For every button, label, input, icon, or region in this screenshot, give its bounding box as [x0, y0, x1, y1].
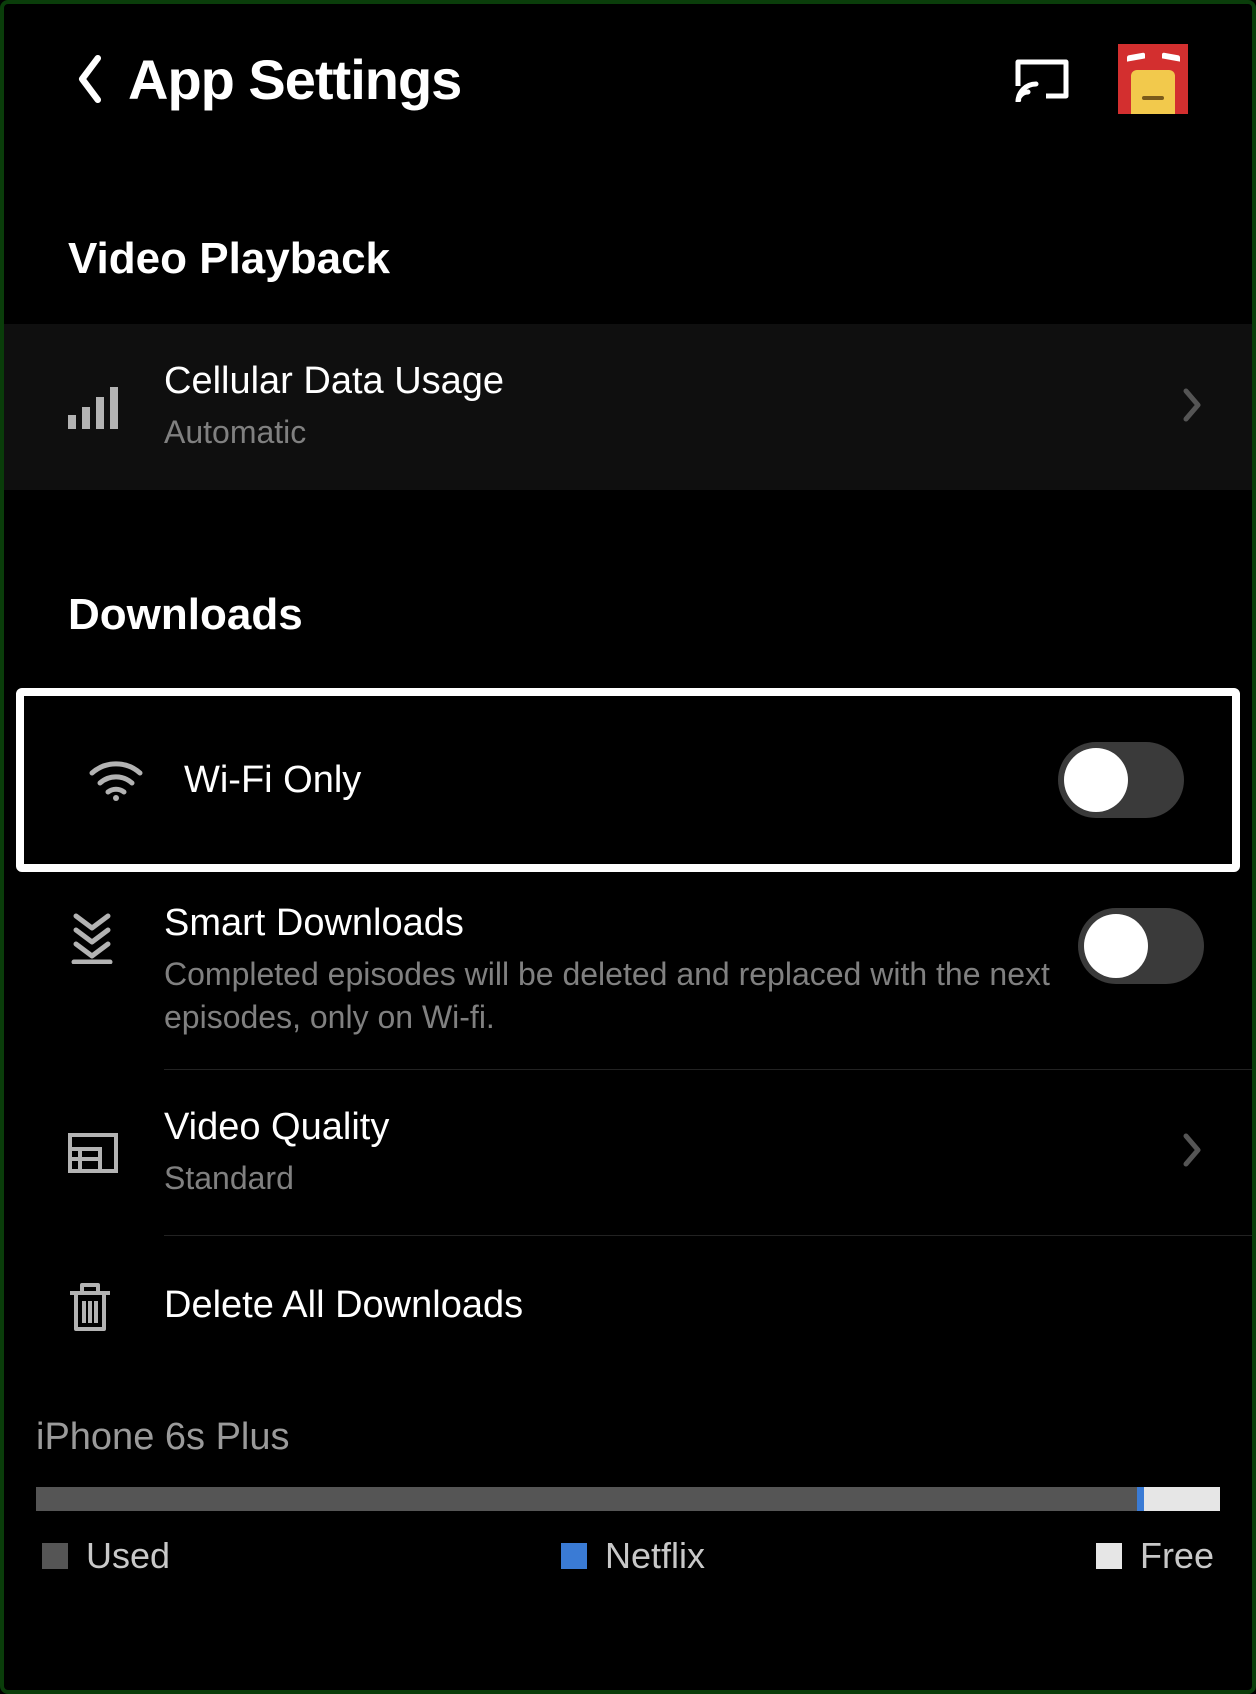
cast-icon: [1014, 56, 1070, 102]
delete-all-title: Delete All Downloads: [164, 1284, 1184, 1327]
wifi-only-toggle[interactable]: [1058, 742, 1184, 818]
storage-bar: [36, 1487, 1220, 1511]
avatar-eyes: [1118, 54, 1188, 68]
legend-swatch-netflix: [561, 1543, 587, 1569]
cast-button[interactable]: [1014, 55, 1070, 103]
legend-swatch-used: [42, 1543, 68, 1569]
legend-netflix-label: Netflix: [605, 1535, 705, 1577]
legend-netflix: Netflix: [561, 1535, 705, 1577]
section-heading-downloads: Downloads: [4, 490, 1252, 680]
section-heading-video-playback: Video Playback: [4, 154, 1252, 324]
legend-free: Free: [1096, 1535, 1214, 1577]
storage-seg-netflix: [1137, 1487, 1144, 1511]
signal-bars-icon: [68, 385, 120, 429]
row-delete-all-downloads[interactable]: Delete All Downloads: [4, 1236, 1252, 1376]
highlighted-row: Wi-Fi Only: [16, 688, 1240, 872]
row-smart-downloads[interactable]: Smart Downloads Completed episodes will …: [4, 872, 1252, 1069]
trash-icon: [68, 1281, 112, 1331]
video-quality-icon: [68, 1133, 118, 1173]
toggle-knob: [1064, 748, 1128, 812]
video-quality-value: Standard: [164, 1157, 1162, 1200]
back-button[interactable]: [60, 49, 120, 109]
header-actions: [1014, 44, 1188, 114]
video-quality-title: Video Quality: [164, 1106, 1162, 1149]
storage-device-label: iPhone 6s Plus: [36, 1416, 1220, 1459]
legend-swatch-free: [1096, 1543, 1122, 1569]
chevron-right-icon: [1182, 1132, 1204, 1173]
wifi-icon: [88, 759, 144, 801]
avatar-face: [1131, 70, 1175, 114]
chevron-left-icon: [73, 53, 107, 105]
row-video-quality[interactable]: Video Quality Standard: [4, 1070, 1252, 1236]
page-title: App Settings: [128, 47, 1014, 112]
avatar-mouth: [1142, 96, 1164, 100]
row-wifi-only[interactable]: Wi-Fi Only: [24, 696, 1232, 864]
smart-downloads-icon: [68, 912, 116, 964]
storage-seg-used: [36, 1487, 1137, 1511]
legend-used-label: Used: [86, 1535, 170, 1577]
toggle-knob: [1084, 914, 1148, 978]
row-cellular-data-usage[interactable]: Cellular Data Usage Automatic: [4, 324, 1252, 490]
legend-used: Used: [42, 1535, 170, 1577]
storage-legend: Used Netflix Free: [36, 1511, 1220, 1577]
wifi-only-title: Wi-Fi Only: [184, 759, 1038, 802]
profile-avatar[interactable]: [1118, 44, 1188, 114]
header: App Settings: [4, 4, 1252, 154]
cellular-value: Automatic: [164, 411, 1162, 454]
smart-downloads-toggle[interactable]: [1078, 908, 1204, 984]
cellular-title: Cellular Data Usage: [164, 360, 1162, 403]
legend-free-label: Free: [1140, 1535, 1214, 1577]
chevron-right-icon: [1182, 387, 1204, 428]
smart-downloads-title: Smart Downloads: [164, 902, 1058, 945]
smart-downloads-desc: Completed episodes will be deleted and r…: [164, 953, 1058, 1039]
storage-section: iPhone 6s Plus Used Netflix Free: [4, 1376, 1252, 1577]
storage-seg-free: [1144, 1487, 1220, 1511]
